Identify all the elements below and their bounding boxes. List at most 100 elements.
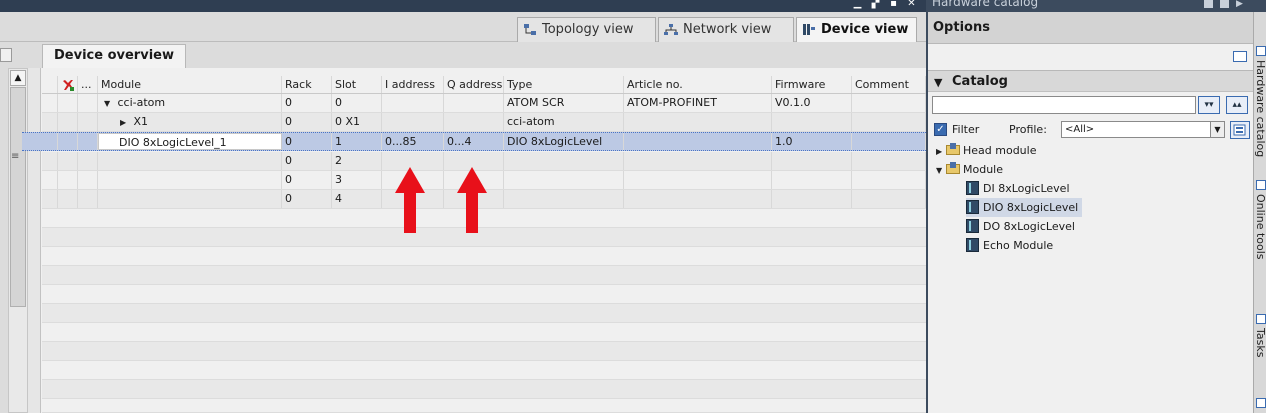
module-cell[interactable]: ▼ cci-atom: [98, 94, 282, 112]
type-cell[interactable]: [504, 152, 624, 170]
module-cell[interactable]: [98, 190, 282, 208]
firmware-cell[interactable]: [772, 113, 852, 131]
expand-right-icon[interactable]: ▶: [936, 142, 946, 161]
tasks-tab-icon[interactable]: [1256, 314, 1266, 324]
expand-down-icon[interactable]: ▼: [936, 161, 946, 180]
comment-cell[interactable]: [852, 152, 926, 170]
float-icon[interactable]: [1220, 0, 1229, 8]
column-header-comment[interactable]: Comment: [852, 76, 926, 93]
article-cell[interactable]: [624, 113, 772, 131]
slot-cell[interactable]: 3: [332, 171, 382, 189]
column-header-i-address[interactable]: I address: [382, 76, 444, 93]
type-cell[interactable]: [504, 171, 624, 189]
article-cell[interactable]: [624, 152, 772, 170]
comment-cell[interactable]: [852, 113, 926, 131]
tree-item-do-8xlogiclevel[interactable]: DO 8xLogicLevel: [966, 217, 1075, 236]
type-cell[interactable]: DIO 8xLogicLevel: [504, 133, 624, 150]
comment-cell[interactable]: [852, 133, 926, 150]
table-row[interactable]: ▶ X1 0 0 X1 cci-atom: [42, 113, 926, 132]
column-header-diagnostics[interactable]: [58, 76, 78, 93]
column-header-more[interactable]: ...: [78, 76, 98, 93]
column-header-firmware[interactable]: Firmware: [772, 76, 852, 93]
maximize-icon[interactable]: ▪: [888, 0, 899, 10]
module-cell[interactable]: [98, 171, 282, 189]
i-address-cell[interactable]: [382, 94, 444, 112]
slot-cell[interactable]: 1: [332, 133, 382, 150]
scroll-up-icon[interactable]: ▲: [10, 70, 26, 86]
article-cell[interactable]: [624, 190, 772, 208]
side-tab-online-tools[interactable]: Online tools: [1254, 194, 1266, 304]
tab-network-view[interactable]: Network view: [658, 17, 794, 42]
module-cell[interactable]: ▶ X1: [98, 113, 282, 131]
chevron-down-icon[interactable]: ▼: [1210, 122, 1224, 137]
firmware-cell[interactable]: [772, 190, 852, 208]
firmware-cell[interactable]: V0.1.0: [772, 94, 852, 112]
type-cell[interactable]: [504, 190, 624, 208]
expand-down-icon[interactable]: ▼: [104, 95, 114, 112]
catalog-search-input[interactable]: [932, 96, 1196, 114]
column-header-type[interactable]: Type: [504, 76, 624, 93]
table-row[interactable]: ▼ cci-atom 0 0 ATOM SCR ATOM-PROFINET V0…: [42, 94, 926, 113]
side-tab-tasks[interactable]: Tasks: [1254, 328, 1266, 388]
rack-cell[interactable]: 0: [282, 190, 332, 208]
slot-cell[interactable]: 0: [332, 94, 382, 112]
chevron-down-icon[interactable]: ▼: [934, 72, 942, 93]
rack-cell[interactable]: 0: [282, 171, 332, 189]
search-down-button[interactable]: ▾▾: [1198, 96, 1220, 114]
tree-item-di-8xlogiclevel[interactable]: DI 8xLogicLevel: [966, 179, 1070, 198]
tree-item-module[interactable]: ▼ Module: [936, 160, 1003, 179]
firmware-cell[interactable]: [772, 152, 852, 170]
rack-cell[interactable]: 0: [282, 152, 332, 170]
scroll-thumb[interactable]: [10, 87, 26, 307]
rack-cell[interactable]: 0: [282, 133, 332, 150]
q-address-cell[interactable]: [444, 94, 504, 112]
module-cell[interactable]: [98, 152, 282, 170]
firmware-cell[interactable]: 1.0: [772, 133, 852, 150]
profile-select[interactable]: <All> ▼: [1061, 121, 1225, 138]
article-cell[interactable]: ATOM-PROFINET: [624, 94, 772, 112]
slot-cell[interactable]: 4: [332, 190, 382, 208]
filter-checkbox[interactable]: ✓: [934, 123, 947, 136]
expand-arrow-icon[interactable]: ▶: [1236, 0, 1245, 9]
i-address-cell[interactable]: [382, 113, 444, 131]
comment-cell[interactable]: [852, 171, 926, 189]
tab-device-overview[interactable]: Device overview: [42, 44, 186, 70]
slot-cell[interactable]: 2: [332, 152, 382, 170]
slot-cell[interactable]: 0 X1: [332, 113, 382, 131]
type-cell[interactable]: cci-atom: [504, 113, 624, 131]
firmware-cell[interactable]: [772, 171, 852, 189]
column-header-slot[interactable]: Slot: [332, 76, 382, 93]
catalog-tab-icon[interactable]: [1256, 46, 1266, 56]
side-tab-hardware-catalog[interactable]: Hardware catalog: [1254, 60, 1266, 170]
search-up-button[interactable]: ▴▴: [1226, 96, 1248, 114]
libraries-tab-icon[interactable]: [1256, 398, 1266, 408]
restore-icon[interactable]: ▞: [870, 0, 881, 10]
tab-topology-view[interactable]: Topology view: [517, 17, 656, 42]
module-name-editbox[interactable]: DIO 8xLogicLevel_1: [98, 133, 282, 150]
comment-cell[interactable]: [852, 190, 926, 208]
i-address-cell[interactable]: 0...85: [382, 133, 444, 150]
table-row-selected[interactable]: DIO 8xLogicLevel_1 0 1 0...85 0...4 DIO …: [22, 132, 926, 151]
tree-item-echo-module[interactable]: Echo Module: [966, 236, 1053, 255]
tree-item-dio-8xlogiclevel[interactable]: DIO 8xLogicLevel: [966, 198, 1083, 217]
pin-icon[interactable]: [1204, 0, 1213, 8]
column-header-rack[interactable]: Rack: [282, 76, 332, 93]
layout-icon[interactable]: [1233, 51, 1247, 62]
profile-settings-button[interactable]: [1230, 121, 1250, 139]
minimize-icon[interactable]: ▁: [852, 0, 863, 10]
close-icon[interactable]: ✕: [906, 0, 917, 10]
vertical-scrollbar[interactable]: ▲ ≡: [8, 68, 28, 413]
q-address-cell[interactable]: [444, 113, 504, 131]
type-cell[interactable]: ATOM SCR: [504, 94, 624, 112]
catalog-header[interactable]: ▼ Catalog: [928, 70, 1253, 92]
online-tools-tab-icon[interactable]: [1256, 180, 1266, 190]
collapse-handle[interactable]: [0, 48, 12, 62]
article-cell[interactable]: [624, 133, 772, 150]
article-cell[interactable]: [624, 171, 772, 189]
comment-cell[interactable]: [852, 94, 926, 112]
tab-device-view[interactable]: Device view: [796, 17, 917, 42]
column-header-article-no[interactable]: Article no.: [624, 76, 772, 93]
expand-right-icon[interactable]: ▶: [120, 114, 130, 131]
column-header-q-address[interactable]: Q address: [444, 76, 504, 93]
q-address-cell[interactable]: 0...4: [444, 133, 504, 150]
